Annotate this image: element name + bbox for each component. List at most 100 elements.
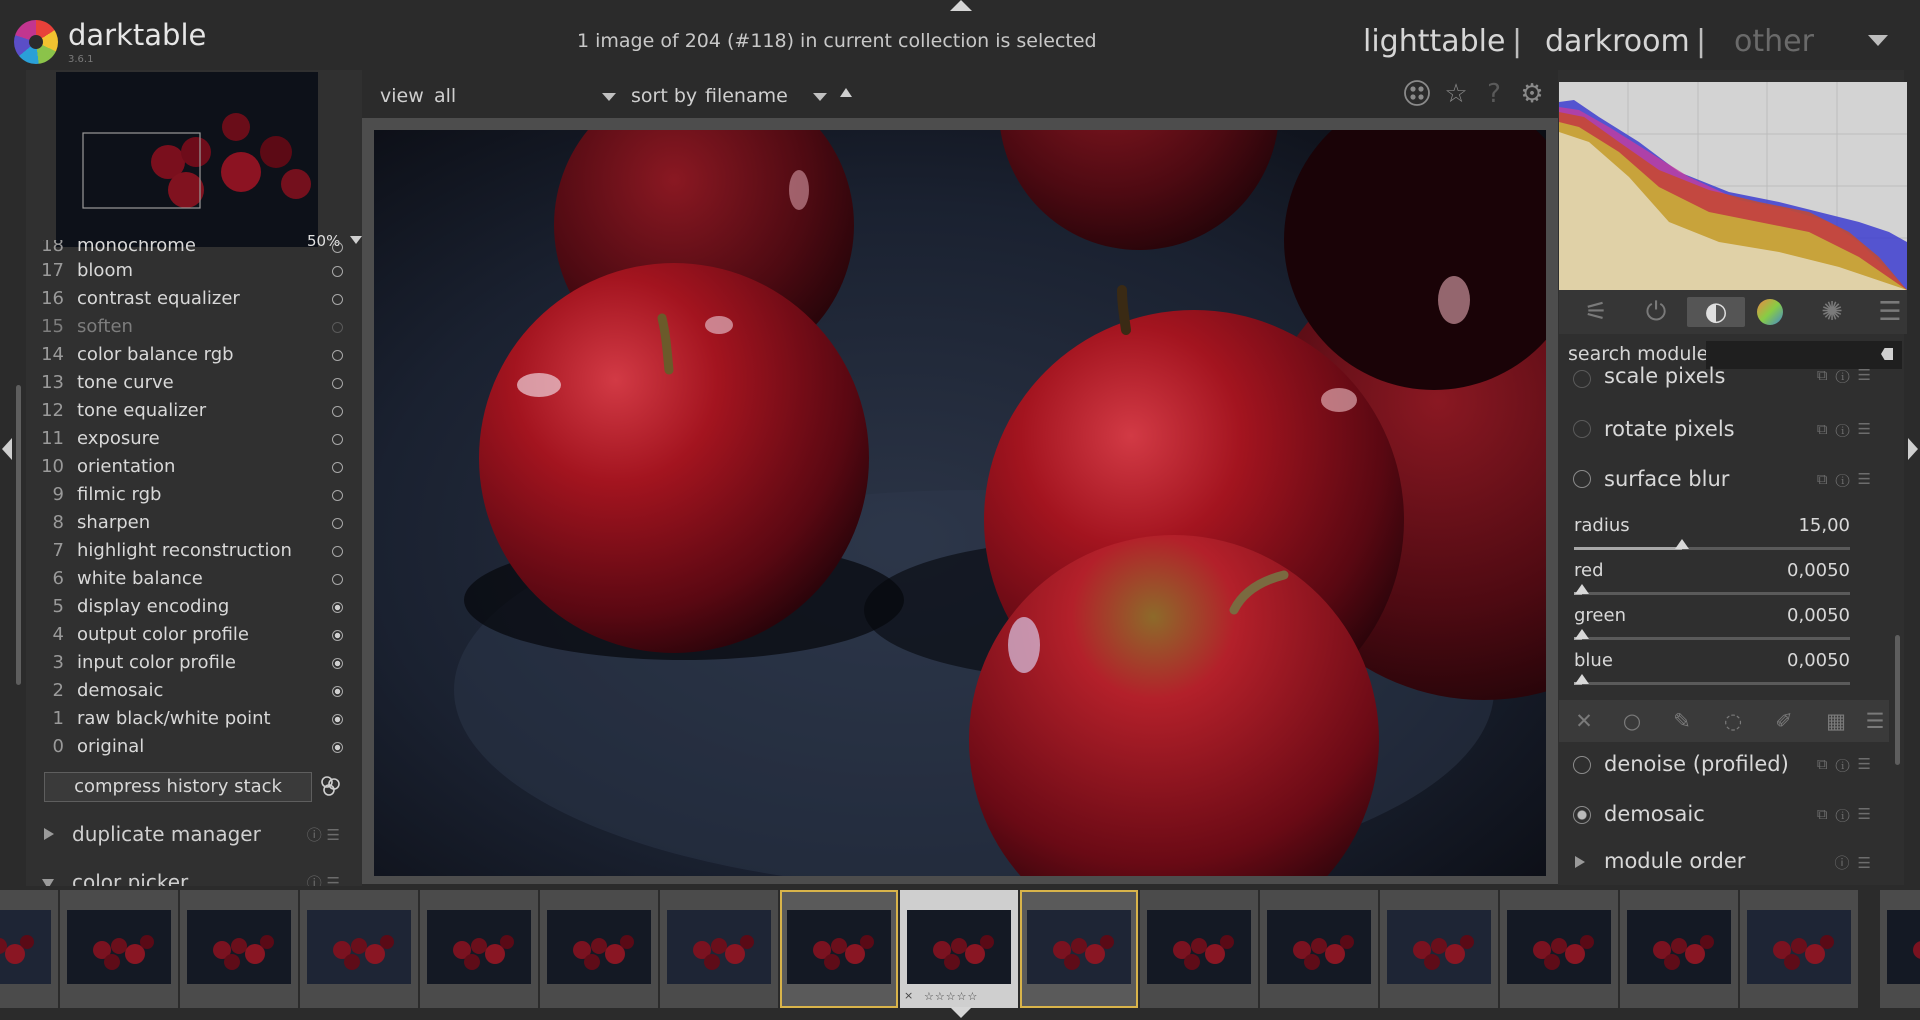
- view-filter-select[interactable]: all: [434, 85, 456, 107]
- slider-handle[interactable]: [1674, 539, 1689, 549]
- scale-pixels-module[interactable]: scale pixels ⧉ⓘ☰: [1559, 366, 1889, 392]
- power-icon[interactable]: [1573, 370, 1591, 388]
- quick-access-icon[interactable]: ⚟: [1581, 297, 1611, 327]
- filmstrip-thumbnail[interactable]: [1260, 890, 1378, 1008]
- close-icon[interactable]: ✕: [1571, 708, 1597, 734]
- history-item[interactable]: 16 contrast equalizer: [26, 285, 352, 313]
- module-order-module[interactable]: module order ⓘ☰: [1559, 842, 1889, 882]
- star-rating[interactable]: ☆☆☆☆☆: [924, 990, 978, 1003]
- filmstrip-thumbnail[interactable]: [300, 890, 418, 1008]
- right-panel-scrollbar[interactable]: [1895, 635, 1900, 765]
- module-actions-icon[interactable]: ⧉ⓘ☰: [1817, 805, 1879, 823]
- history-item[interactable]: 13 tone curve: [26, 369, 352, 397]
- duplicate-manager-module[interactable]: duplicate manager ⓘ ☰: [26, 812, 362, 856]
- filmstrip-thumbnail[interactable]: [60, 890, 178, 1008]
- effects-group-icon[interactable]: ✺: [1817, 297, 1847, 327]
- history-item[interactable]: 0 original: [26, 733, 352, 761]
- filmstrip-thumbnail[interactable]: [1140, 890, 1258, 1008]
- sort-direction-icon[interactable]: [840, 88, 852, 97]
- base-group-icon[interactable]: ◐: [1687, 297, 1745, 327]
- history-item[interactable]: 7 highlight reconstruction: [26, 537, 352, 565]
- history-item[interactable]: 11 exposure: [26, 425, 352, 453]
- view-other[interactable]: other: [1734, 24, 1814, 59]
- history-item[interactable]: 14 color balance rgb: [26, 341, 352, 369]
- compress-history-button[interactable]: compress history stack: [44, 772, 312, 802]
- module-actions-icon[interactable]: ⧉ⓘ☰: [1817, 366, 1879, 384]
- filmstrip-thumbnail[interactable]: [1880, 890, 1920, 1008]
- filmstrip-thumbnail[interactable]: [780, 890, 898, 1008]
- raster-mask-icon[interactable]: ▦: [1823, 708, 1849, 734]
- rotate-pixels-module[interactable]: rotate pixels ⧉ⓘ☰: [1559, 408, 1889, 452]
- power-icon[interactable]: [1573, 470, 1591, 488]
- view-lighttable[interactable]: lighttable: [1363, 24, 1505, 59]
- power-icon[interactable]: ⏻: [1641, 297, 1671, 327]
- chevron-down-icon[interactable]: [602, 93, 616, 101]
- gear-icon[interactable]: ⚙: [1517, 79, 1547, 109]
- history-item[interactable]: 4 output color profile: [26, 621, 352, 649]
- collapse-bottom-panel-arrow[interactable]: [950, 1007, 972, 1018]
- slider-blue[interactable]: blue 0,0050: [1572, 650, 1850, 696]
- reject-icon[interactable]: ×: [904, 989, 913, 1002]
- slider-handle[interactable]: [1575, 674, 1590, 684]
- collapse-right-panel-arrow[interactable]: [1908, 438, 1918, 460]
- color-group-icon[interactable]: [1755, 297, 1785, 327]
- search-module-input[interactable]: [1706, 341, 1902, 369]
- collapse-left-panel-arrow[interactable]: [2, 438, 12, 460]
- filmstrip-thumbnail[interactable]: [420, 890, 538, 1008]
- sort-select[interactable]: filename: [705, 85, 788, 107]
- history-item[interactable]: 6 white balance: [26, 565, 352, 593]
- history-item[interactable]: 3 input color profile: [26, 649, 352, 677]
- slider-red[interactable]: red 0,0050: [1572, 560, 1850, 606]
- chevron-down-icon[interactable]: [1868, 35, 1888, 46]
- history-item[interactable]: 18 monochrome: [26, 240, 352, 257]
- filmstrip-thumbnail[interactable]: [660, 890, 778, 1008]
- slider-handle[interactable]: [1575, 629, 1590, 639]
- presets-icon[interactable]: [1402, 79, 1432, 109]
- menu-icon[interactable]: ☰: [1875, 297, 1905, 327]
- star-icon[interactable]: ☆: [1441, 79, 1471, 109]
- color-picker-module[interactable]: color picker ⓘ ☰: [26, 860, 362, 886]
- slider-handle[interactable]: [1575, 584, 1590, 594]
- menu-icon[interactable]: ☰: [1862, 708, 1888, 734]
- filmstrip-thumbnail[interactable]: [1620, 890, 1738, 1008]
- denoise-profiled-module[interactable]: denoise (profiled) ⧉ⓘ☰: [1559, 742, 1889, 786]
- chevron-down-icon[interactable]: [813, 93, 827, 101]
- history-item[interactable]: 8 sharpen: [26, 509, 352, 537]
- history-item[interactable]: 9 filmic rgb: [26, 481, 352, 509]
- slider-green[interactable]: green 0,0050: [1572, 605, 1850, 651]
- drawn-mask-icon[interactable]: ✎: [1669, 708, 1695, 734]
- parametric-mask-icon[interactable]: ◌: [1720, 708, 1746, 734]
- module-actions-icon[interactable]: ⓘ ☰: [307, 872, 340, 886]
- history-item[interactable]: 2 demosaic: [26, 677, 352, 705]
- filmstrip-thumbnail[interactable]: [1500, 890, 1618, 1008]
- power-icon[interactable]: [1573, 756, 1591, 774]
- slider-track[interactable]: [1574, 629, 1850, 640]
- collapse-top-panel-arrow[interactable]: [950, 0, 972, 11]
- view-darkroom[interactable]: darkroom: [1545, 24, 1690, 59]
- filmstrip-thumbnail[interactable]: [540, 890, 658, 1008]
- history-item[interactable]: 12 tone equalizer: [26, 397, 352, 425]
- history-item[interactable]: 10 orientation: [26, 453, 352, 481]
- left-panel-scrollbar[interactable]: [16, 385, 21, 685]
- module-actions-icon[interactable]: ⧉ⓘ☰: [1817, 420, 1879, 438]
- filmstrip-thumbnail[interactable]: [180, 890, 298, 1008]
- filmstrip-thumbnail[interactable]: [1380, 890, 1498, 1008]
- module-actions-icon[interactable]: ⧉ⓘ☰: [1817, 755, 1879, 773]
- history-item[interactable]: 1 raw black/white point: [26, 705, 352, 733]
- uniform-mask-icon[interactable]: ○: [1619, 708, 1645, 734]
- create-style-icon[interactable]: [318, 774, 342, 798]
- power-icon[interactable]: [1573, 420, 1591, 438]
- navigator-thumbnail[interactable]: [56, 72, 318, 247]
- history-item[interactable]: 5 display encoding: [26, 593, 352, 621]
- filmstrip-thumbnail[interactable]: [1740, 890, 1858, 1008]
- surface-blur-module[interactable]: surface blur ⧉ⓘ☰: [1559, 458, 1889, 502]
- slider-radius[interactable]: radius 15,00: [1572, 515, 1850, 561]
- module-actions-icon[interactable]: ⧉ⓘ☰: [1817, 470, 1879, 488]
- slider-track[interactable]: [1574, 539, 1850, 550]
- drawn-parametric-mask-icon[interactable]: ✐: [1771, 708, 1797, 734]
- module-actions-icon[interactable]: ⓘ ☰: [307, 824, 340, 845]
- slider-track[interactable]: [1574, 674, 1850, 685]
- slider-track[interactable]: [1574, 584, 1850, 595]
- help-icon[interactable]: ?: [1479, 79, 1509, 109]
- history-item[interactable]: 17 bloom: [26, 257, 352, 285]
